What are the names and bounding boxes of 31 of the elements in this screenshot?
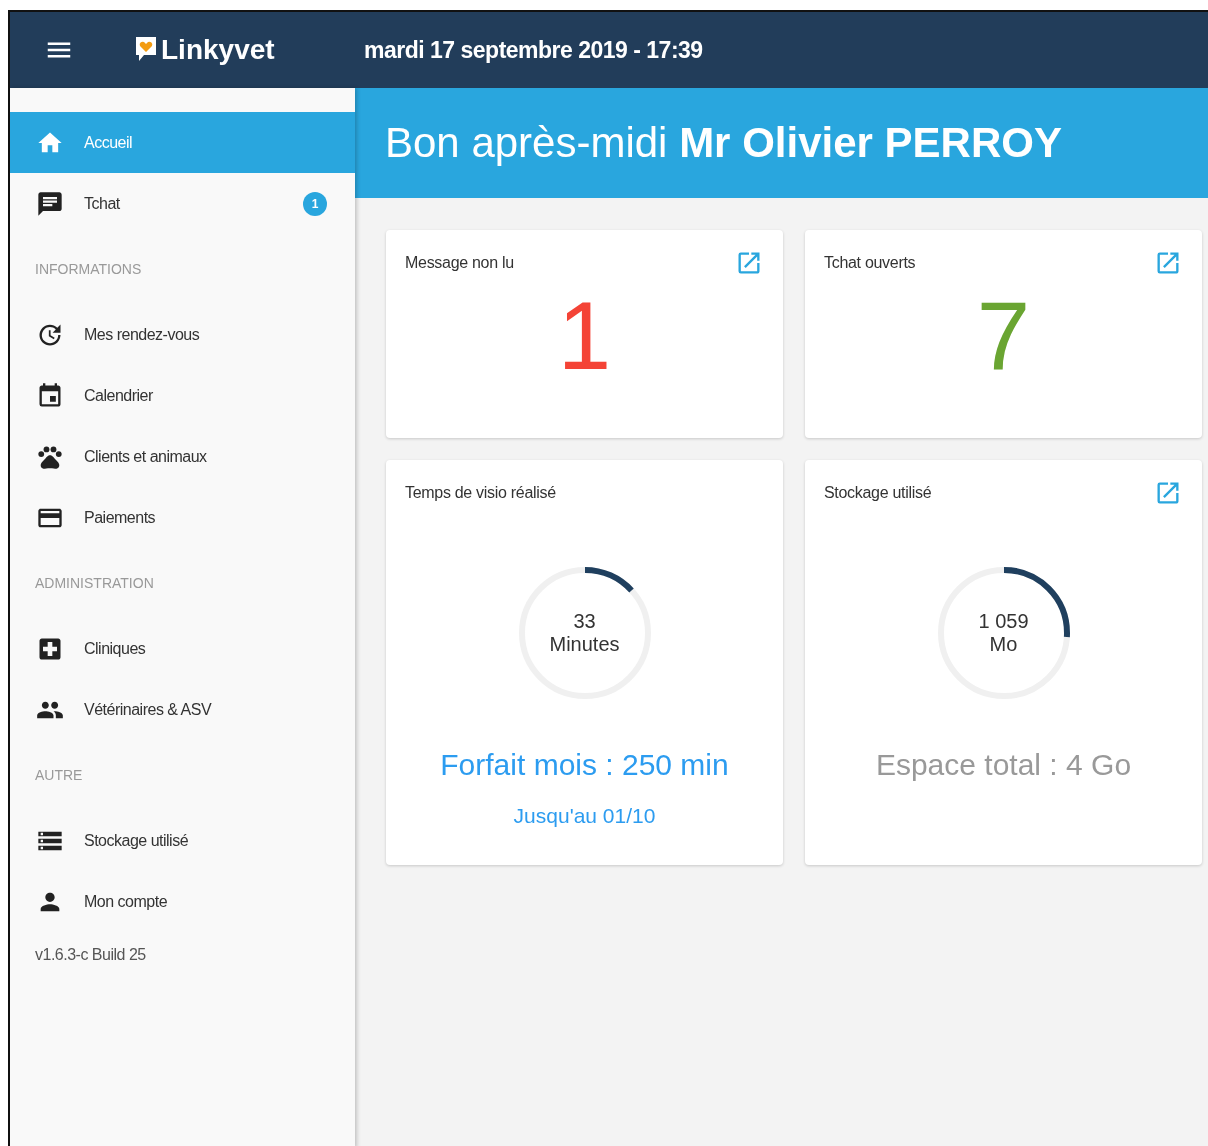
section-heading: AUTRE — [34, 766, 84, 785]
plan-summary: Forfait mois : 250 min — [440, 748, 729, 782]
card-title: Message non lu — [405, 254, 514, 272]
version-text: v1.6.3-c Build 25 — [34, 945, 147, 964]
stat-value: 7 — [976, 288, 1031, 384]
plan-note: Jusqu'au 01/10 — [513, 804, 656, 828]
card-title: Tchat ouverts — [824, 254, 916, 272]
nav-item[interactable]: Tchat 1 — [10, 173, 355, 234]
card-title: Stockage utilisé — [824, 484, 932, 502]
stat-value: 1 — [557, 288, 612, 384]
logo-text: Linkyvet — [161, 34, 275, 66]
greeting-banner: Bon après-midi Mr Olivier PERROY — [355, 88, 1208, 198]
gauge-value: 1 059 — [978, 610, 1029, 633]
nav-item[interactable]: Stockage utilisé — [10, 810, 355, 871]
section-heading: ADMINISTRATION — [34, 574, 155, 593]
section-heading: INFORMATIONS — [34, 260, 143, 279]
nav-item[interactable]: Cliniques — [10, 618, 355, 679]
plan-summary: Espace total : 4 Go — [875, 748, 1132, 782]
count-badge: 1 — [303, 191, 327, 216]
nav-item[interactable]: Mon compte — [10, 871, 355, 932]
gauge-value: 33 — [573, 610, 596, 633]
date-time: mardi 17 septembre 2019 - 17:39 — [364, 36, 703, 64]
nav-icon — [36, 189, 64, 218]
nav-item[interactable]: Vétérinaires & ASV — [10, 679, 355, 740]
gauge-unit: Minutes — [549, 633, 620, 656]
gauge-unit: Mo — [989, 633, 1018, 656]
nav-item[interactable]: Calendrier — [10, 365, 355, 426]
nav-item[interactable]: Paiements — [10, 487, 355, 548]
card-title: Temps de visio réalisé — [405, 484, 556, 502]
nav-item[interactable]: Clients et animaux — [10, 426, 355, 487]
nav-item[interactable]: Mes rendez-vous — [10, 304, 355, 365]
